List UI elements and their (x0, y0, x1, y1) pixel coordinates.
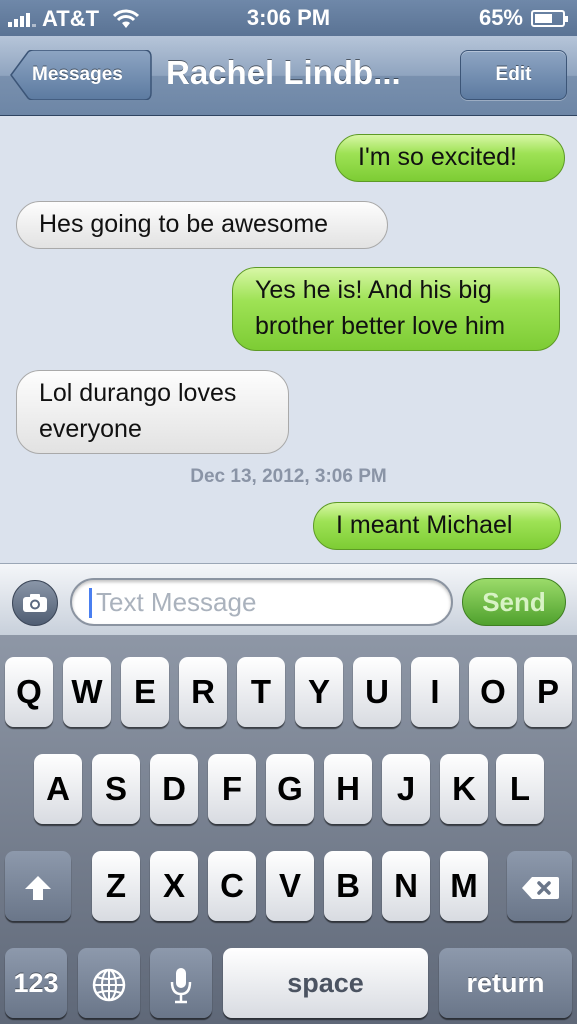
globe-icon (92, 968, 126, 1002)
message-text: I'm so excited! (358, 143, 517, 171)
key-r[interactable]: R (179, 657, 227, 727)
key-u[interactable]: U (353, 657, 401, 727)
message-bubble-outgoing[interactable]: Yes he is! And his big brother better lo… (232, 267, 560, 351)
key-k[interactable]: K (440, 754, 488, 824)
shift-key[interactable] (5, 851, 71, 921)
battery-percent: 65% (478, 5, 523, 30)
key-x[interactable]: X (150, 851, 198, 921)
key-e[interactable]: E (121, 657, 169, 727)
battery-icon (531, 9, 568, 27)
key-d[interactable]: D (150, 754, 198, 824)
message-input[interactable]: Text Message (70, 578, 453, 626)
dictation-key[interactable] (150, 948, 212, 1018)
key-v[interactable]: V (266, 851, 314, 921)
send-button[interactable]: Send (462, 578, 566, 626)
key-f[interactable]: F (208, 754, 256, 824)
numbers-key[interactable]: 123 (5, 948, 67, 1018)
key-s[interactable]: S (92, 754, 140, 824)
message-text-line: Lol durango loves (39, 379, 237, 407)
conversation-title: Rachel Lindb... (166, 54, 401, 91)
delete-icon (521, 876, 559, 899)
key-w[interactable]: W (63, 657, 111, 727)
camera-button[interactable] (12, 580, 58, 626)
back-button-label: Messages (32, 64, 123, 85)
back-button[interactable]: Messages (10, 50, 152, 100)
key-z[interactable]: Z (92, 851, 140, 921)
shift-icon (25, 875, 51, 900)
navigation-bar: Messages Rachel Lindb... Edit (0, 36, 577, 116)
message-text-line: everyone (39, 415, 142, 443)
message-bubble-outgoing[interactable]: I meant Michael (313, 502, 561, 550)
battery-fill (535, 13, 552, 23)
message-list[interactable]: I'm so excited! Hes going to be awesome … (0, 117, 577, 563)
microphone-icon (170, 967, 192, 1004)
key-b[interactable]: B (324, 851, 372, 921)
return-key[interactable]: return (439, 948, 572, 1018)
compose-bar: Text Message Send (0, 563, 577, 635)
text-cursor (89, 588, 92, 618)
key-y[interactable]: Y (295, 657, 343, 727)
key-j[interactable]: J (382, 754, 430, 824)
message-bubble-incoming[interactable]: Hes going to be awesome (16, 201, 388, 249)
key-m[interactable]: M (440, 851, 488, 921)
keyboard: Q W E R T Y U I O P A S D F G H J K L Z … (0, 635, 577, 1024)
message-bubble-outgoing[interactable]: I'm so excited! (335, 134, 565, 182)
key-h[interactable]: H (324, 754, 372, 824)
message-text: Hes going to be awesome (39, 210, 329, 238)
message-timestamp: Dec 13, 2012, 3:06 PM (190, 466, 387, 487)
message-text: I meant Michael (336, 511, 513, 539)
space-key[interactable]: space (223, 948, 428, 1018)
message-input-placeholder: Text Message (96, 587, 257, 617)
key-n[interactable]: N (382, 851, 430, 921)
globe-key[interactable] (78, 948, 140, 1018)
key-g[interactable]: G (266, 754, 314, 824)
message-bubble-incoming[interactable]: Lol durango loves everyone (16, 370, 289, 454)
key-l[interactable]: L (496, 754, 544, 824)
edit-button[interactable]: Edit (460, 50, 567, 100)
key-i[interactable]: I (411, 657, 459, 727)
key-a[interactable]: A (34, 754, 82, 824)
camera-icon (23, 594, 47, 612)
message-text-line: Yes he is! And his big (255, 276, 492, 304)
key-c[interactable]: C (208, 851, 256, 921)
message-text-line: brother better love him (255, 312, 506, 340)
key-q[interactable]: Q (5, 657, 53, 727)
key-p[interactable]: P (524, 657, 572, 727)
status-bar: AT&T 3:06 PM 65% (0, 0, 577, 36)
key-o[interactable]: O (469, 657, 517, 727)
battery-status: 65% (478, 5, 568, 31)
key-t[interactable]: T (237, 657, 285, 727)
delete-key[interactable] (507, 851, 572, 921)
